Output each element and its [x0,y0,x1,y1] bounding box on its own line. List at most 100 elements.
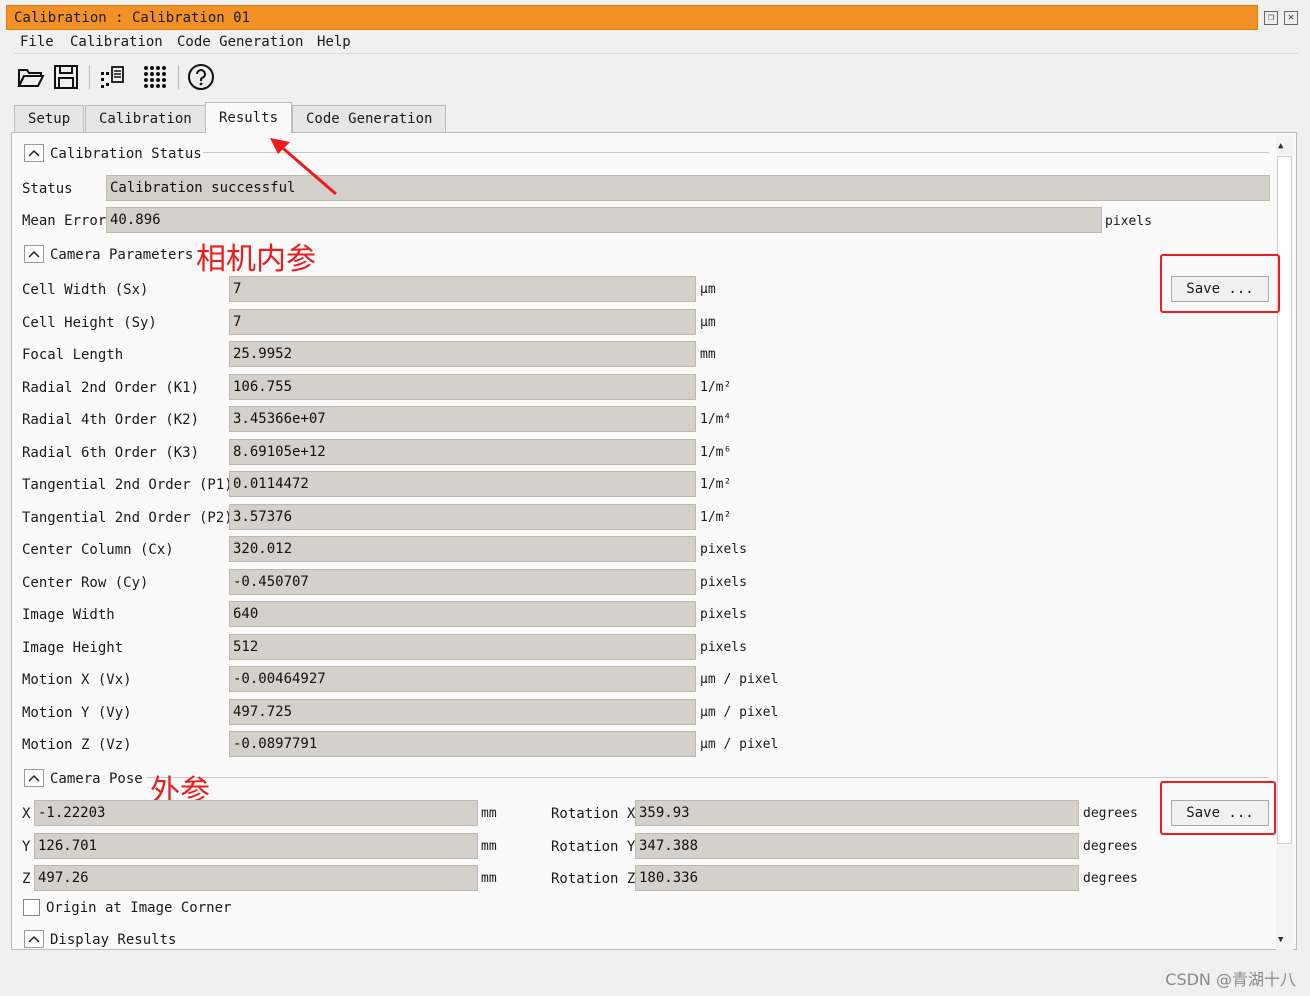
section-title-camera-params: Camera Parameters [50,247,194,263]
pose-position-label: Y [22,838,31,855]
param-unit: μm [700,282,716,297]
menu-calibration[interactable]: Calibration [70,34,163,50]
param-value-field[interactable]: 320.012 [229,536,696,562]
status-label: Status [22,181,73,197]
pose-position-label: Z [22,871,31,887]
calibration-plate-icon[interactable] [141,63,169,91]
pose-position-unit: mm [481,838,497,854]
pose-position-unit: mm [481,871,497,886]
pose-position-field[interactable]: -1.22203 [34,800,478,826]
collapse-display-results-button[interactable] [24,930,44,948]
origin-checkbox-label: Origin at Image Corner [46,900,232,916]
param-label: Radial 2nd Order (K1) [22,379,200,396]
param-value-field[interactable]: 512 [229,633,696,660]
title-bar: Calibration : Calibration 01 [6,5,1258,30]
param-value-field[interactable]: -0.0897791 [229,731,696,757]
param-label: Motion X (Vx) [22,672,132,688]
param-value-field[interactable]: 8.69105e+12 [229,438,696,465]
param-unit: μm [700,314,716,330]
param-label: Radial 4th Order (K2) [22,412,200,428]
param-unit: 1/m⁶ [700,444,732,460]
scroll-up-icon[interactable]: ▲ [1278,141,1283,151]
watermark: CSDN @青湖十八 [1165,970,1296,989]
param-value-field[interactable]: 7 [229,276,696,302]
param-label: Motion Z (Vz) [22,737,132,753]
annotation-arrow [270,138,337,196]
param-value-field[interactable]: 640 [229,601,696,627]
pose-rotation-field[interactable]: 180.336 [635,865,1079,891]
param-label: Cell Height (Sy) [22,314,157,331]
param-unit: 1/m² [700,509,732,525]
pose-rotation-label: Rotation X [551,806,636,822]
param-label: Focal Length [22,347,124,363]
collapse-camera-params-button[interactable] [24,245,44,263]
param-unit: pixels [700,607,747,622]
tab-setup[interactable]: Setup [14,105,85,132]
param-label: Radial 6th Order (K3) [22,444,200,461]
restore-icon[interactable]: ❐ [1264,11,1278,25]
help-icon[interactable] [187,63,215,91]
param-value-field[interactable]: 3.57376 [229,503,696,530]
collapse-status-button[interactable] [24,144,44,162]
param-unit: 1/m⁴ [700,412,732,427]
param-value-field[interactable]: -0.450707 [229,568,696,595]
save-camera-pose-button[interactable]: Save ... [1171,800,1269,826]
param-label: Motion Y (Vy) [22,704,132,721]
pose-rotation-field[interactable]: 359.93 [635,800,1079,826]
pose-position-field[interactable]: 497.26 [34,865,478,891]
param-value-field[interactable]: 7 [229,308,696,335]
mean-error-field[interactable]: 40.896 [106,207,1102,233]
scroll-down-icon[interactable]: ▼ [1278,935,1283,945]
param-value-field[interactable]: -0.00464927 [229,666,696,692]
mean-error-label: Mean Error [22,213,107,229]
close-icon[interactable]: ✕ [1284,11,1298,25]
window-title: Calibration : Calibration 01 [14,10,251,26]
tab-code-generation[interactable]: Code Generation [292,105,447,132]
param-unit: μm / pixel [700,737,779,752]
pose-position-unit: mm [481,806,497,821]
param-label: Center Column (Cx) [22,542,174,558]
tab-results[interactable]: Results [205,102,293,133]
section-title-camera-pose: Camera Pose [50,771,143,787]
param-value-field[interactable]: 0.0114472 [229,471,696,497]
collapse-camera-pose-button[interactable] [24,769,44,787]
menu-file[interactable]: File [20,34,54,50]
param-unit: mm [700,347,716,362]
save-icon[interactable] [52,63,80,91]
param-unit: pixels [700,639,747,655]
pose-rotation-label: Rotation Y [551,838,636,855]
pose-position-field[interactable]: 126.701 [34,832,478,859]
tab-calibration[interactable]: Calibration [85,105,206,132]
param-label: Image Height [22,639,124,656]
section-divider [203,152,1269,153]
code-icon[interactable] [98,63,126,91]
param-label: Tangential 2nd Order (P1) [22,477,233,493]
section-title-status: Calibration Status [50,146,202,162]
param-label: Center Row (Cy) [22,574,149,591]
section-title-display-results: Display Results [50,932,177,948]
toolbar-separator [178,65,179,89]
pose-rotation-unit: degrees [1083,806,1138,821]
param-label: Cell Width (Sx) [22,282,149,298]
save-camera-params-button[interactable]: Save ... [1171,276,1269,302]
param-unit: pixels [700,574,747,590]
annotation-intrinsics: 相机内参 [196,242,316,277]
param-unit: pixels [700,542,747,557]
pose-rotation-unit: degrees [1083,838,1138,854]
toolbar-separator [89,65,90,89]
origin-at-image-corner-checkbox[interactable] [23,899,40,916]
menu-code-generation[interactable]: Code Generation [177,34,303,50]
param-value-field[interactable]: 497.725 [229,698,696,725]
menu-help[interactable]: Help [317,34,351,50]
pose-rotation-field[interactable]: 347.388 [635,832,1079,859]
folder-open-icon[interactable] [17,63,45,91]
param-unit: 1/m² [700,477,732,492]
menu-divider [14,53,1298,54]
param-value-field[interactable]: 3.45366e+07 [229,406,696,432]
param-value-field[interactable]: 106.755 [229,373,696,400]
param-unit: 1/m² [700,379,732,395]
pose-rotation-label: Rotation Z [551,871,636,887]
param-unit: μm / pixel [700,672,779,687]
param-unit: μm / pixel [700,704,779,720]
param-value-field[interactable]: 25.9952 [229,341,696,367]
